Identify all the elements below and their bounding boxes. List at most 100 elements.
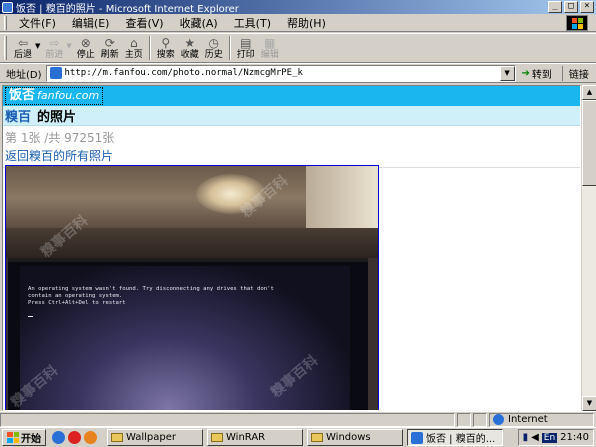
forward-button[interactable]: ⇨ 前进 — [42, 36, 66, 61]
minimize-button[interactable]: _ — [548, 1, 562, 13]
menu-help[interactable]: 帮助(H) — [279, 15, 334, 31]
scroll-thumb[interactable] — [582, 100, 596, 186]
page-icon — [49, 67, 62, 79]
clock[interactable]: 21:40 — [560, 432, 589, 443]
folder-icon — [111, 433, 123, 442]
address-bar: 地址(D) ▼ ➔ 转到 链接 — [0, 63, 596, 83]
stop-button[interactable]: ⊗ 停止 — [74, 36, 98, 61]
title-bar: 饭否 | 糗百的照片 - Microsoft Internet Explorer… — [0, 0, 596, 15]
refresh-button[interactable]: ⟳ 刷新 — [98, 36, 122, 61]
page-content: 饭否 fanfou.com 糗百 的照片 第 1张 /共 97251张 返回糗百… — [2, 85, 581, 411]
ime-indicator[interactable]: En — [541, 432, 558, 443]
start-label: 开始 — [21, 434, 41, 445]
search-label: 搜索 — [156, 50, 175, 60]
site-header: 饭否 fanfou.com — [3, 86, 580, 106]
status-zone: Internet — [489, 412, 594, 427]
ie-icon — [2, 1, 13, 13]
opera-icon[interactable] — [68, 431, 81, 444]
taskbar: 开始 Wallpaper WinRAR Windows 饭否 | 糗百的... … — [0, 427, 596, 447]
address-box: ▼ — [45, 64, 516, 82]
go-label: 转到 — [531, 69, 552, 81]
address-label: 地址(D) — [6, 69, 42, 81]
window-title: 饭否 | 糗百的照片 - Microsoft Internet Explorer — [16, 3, 239, 15]
user-name-link[interactable]: 糗百 — [5, 106, 31, 125]
start-button[interactable]: 开始 — [2, 429, 46, 446]
windows-logo-icon — [566, 15, 588, 31]
folder-icon — [211, 433, 223, 442]
menu-favorites[interactable]: 收藏(A) — [172, 15, 226, 31]
history-label: 历史 — [204, 50, 223, 60]
back-dropdown-icon[interactable]: ▼ — [35, 42, 40, 50]
scroll-up-icon[interactable]: ▲ — [582, 85, 596, 100]
ie-quicklaunch-icon[interactable] — [52, 431, 65, 444]
go-button[interactable]: ➔ 转到 — [522, 66, 552, 81]
status-cell — [457, 412, 471, 427]
task-ie-fanfou[interactable]: 饭否 | 糗百的... — [407, 429, 503, 446]
maximize-button[interactable]: □ — [564, 1, 578, 13]
standard-toolbar: ⇦ 后退 ▼ ⇨ 前进 ▼ ⊗ 停止 ⟳ 刷新 ⌂ 主页 ⚲ 搜索 ★ 收藏 ◷… — [0, 33, 596, 63]
links-button[interactable]: 链接 — [561, 65, 589, 81]
task-label: Wallpaper — [126, 432, 177, 443]
status-bar: Internet — [0, 411, 596, 427]
stop-icon: ⊗ — [80, 36, 91, 50]
photo-title-suffix: 的照片 — [37, 110, 77, 125]
forward-label: 前进 — [45, 50, 64, 60]
back-arrow-icon: ⇦ — [17, 36, 29, 50]
status-cell — [473, 412, 487, 427]
logo-en: fanfou.com — [37, 89, 100, 102]
refresh-label: 刷新 — [100, 50, 119, 60]
task-windows[interactable]: Windows — [307, 429, 403, 446]
forward-dropdown-icon[interactable]: ▼ — [66, 42, 71, 50]
menu-edit[interactable]: 编辑(E) — [64, 15, 118, 31]
edit-label: 编辑 — [260, 50, 279, 60]
menu-file[interactable]: 文件(F) — [11, 15, 64, 31]
edit-button[interactable]: ▦ 编辑 — [258, 36, 282, 61]
photo-title-bar: 糗百 的照片 — [3, 106, 580, 126]
favorites-button[interactable]: ★ 收藏 — [178, 36, 202, 61]
back-label: 后退 — [13, 50, 32, 60]
network-icon[interactable]: ▮ — [523, 432, 529, 443]
quick-launch — [52, 431, 97, 444]
zone-label: Internet — [508, 414, 548, 425]
forward-arrow-icon: ⇨ — [49, 36, 60, 50]
home-icon: ⌂ — [129, 36, 138, 50]
address-input[interactable] — [64, 68, 505, 78]
system-tray: ▮ ◀ En 21:40 — [517, 429, 594, 446]
search-icon: ⚲ — [161, 36, 171, 50]
printer-icon: ▤ — [240, 36, 252, 50]
screen-cursor — [28, 316, 33, 317]
photo-image[interactable]: An operating system wasn't found. Try di… — [5, 165, 379, 410]
back-button[interactable]: ⇦ 后退 — [11, 36, 35, 61]
home-button[interactable]: ⌂ 主页 — [122, 36, 146, 61]
history-icon: ◷ — [208, 36, 220, 50]
screen-error-text: An operating system wasn't found. Try di… — [28, 286, 274, 306]
favorites-icon: ★ — [184, 36, 196, 50]
ie-task-icon — [411, 431, 423, 444]
task-label: 饭否 | 糗百的... — [426, 434, 496, 445]
scroll-down-icon[interactable]: ▼ — [582, 396, 596, 411]
status-text-cell — [0, 412, 455, 427]
firefox-icon[interactable] — [84, 431, 97, 444]
window-controls: _ □ × — [548, 1, 594, 13]
globe-icon — [493, 414, 504, 425]
volume-icon[interactable]: ◀ — [531, 432, 539, 443]
task-winrar[interactable]: WinRAR — [207, 429, 303, 446]
history-button[interactable]: ◷ 历史 — [202, 36, 226, 61]
task-label: WinRAR — [226, 432, 266, 443]
go-arrow-icon: ➔ — [521, 67, 530, 79]
fanfou-logo[interactable]: 饭否 fanfou.com — [5, 87, 104, 105]
address-dropdown-icon[interactable]: ▼ — [499, 65, 515, 81]
logo-cn: 饭否 — [9, 88, 36, 103]
menu-view[interactable]: 查看(V) — [117, 15, 171, 31]
menu-tools[interactable]: 工具(T) — [226, 15, 279, 31]
print-button[interactable]: ▤ 打印 — [234, 36, 258, 61]
menu-bar: 文件(F) 编辑(E) 查看(V) 收藏(A) 工具(T) 帮助(H) — [0, 14, 596, 32]
vertical-scrollbar[interactable]: ▲ ▼ — [581, 85, 596, 411]
photo-counter: 第 1张 /共 97251张 — [5, 131, 115, 145]
menu-grip — [4, 15, 7, 30]
task-wallpaper[interactable]: Wallpaper — [107, 429, 203, 446]
back-to-photos-link[interactable]: 返回糗百的所有照片 — [5, 147, 580, 164]
search-button[interactable]: ⚲ 搜索 — [154, 36, 178, 61]
task-label: Windows — [326, 432, 371, 443]
close-button[interactable]: × — [580, 1, 594, 13]
